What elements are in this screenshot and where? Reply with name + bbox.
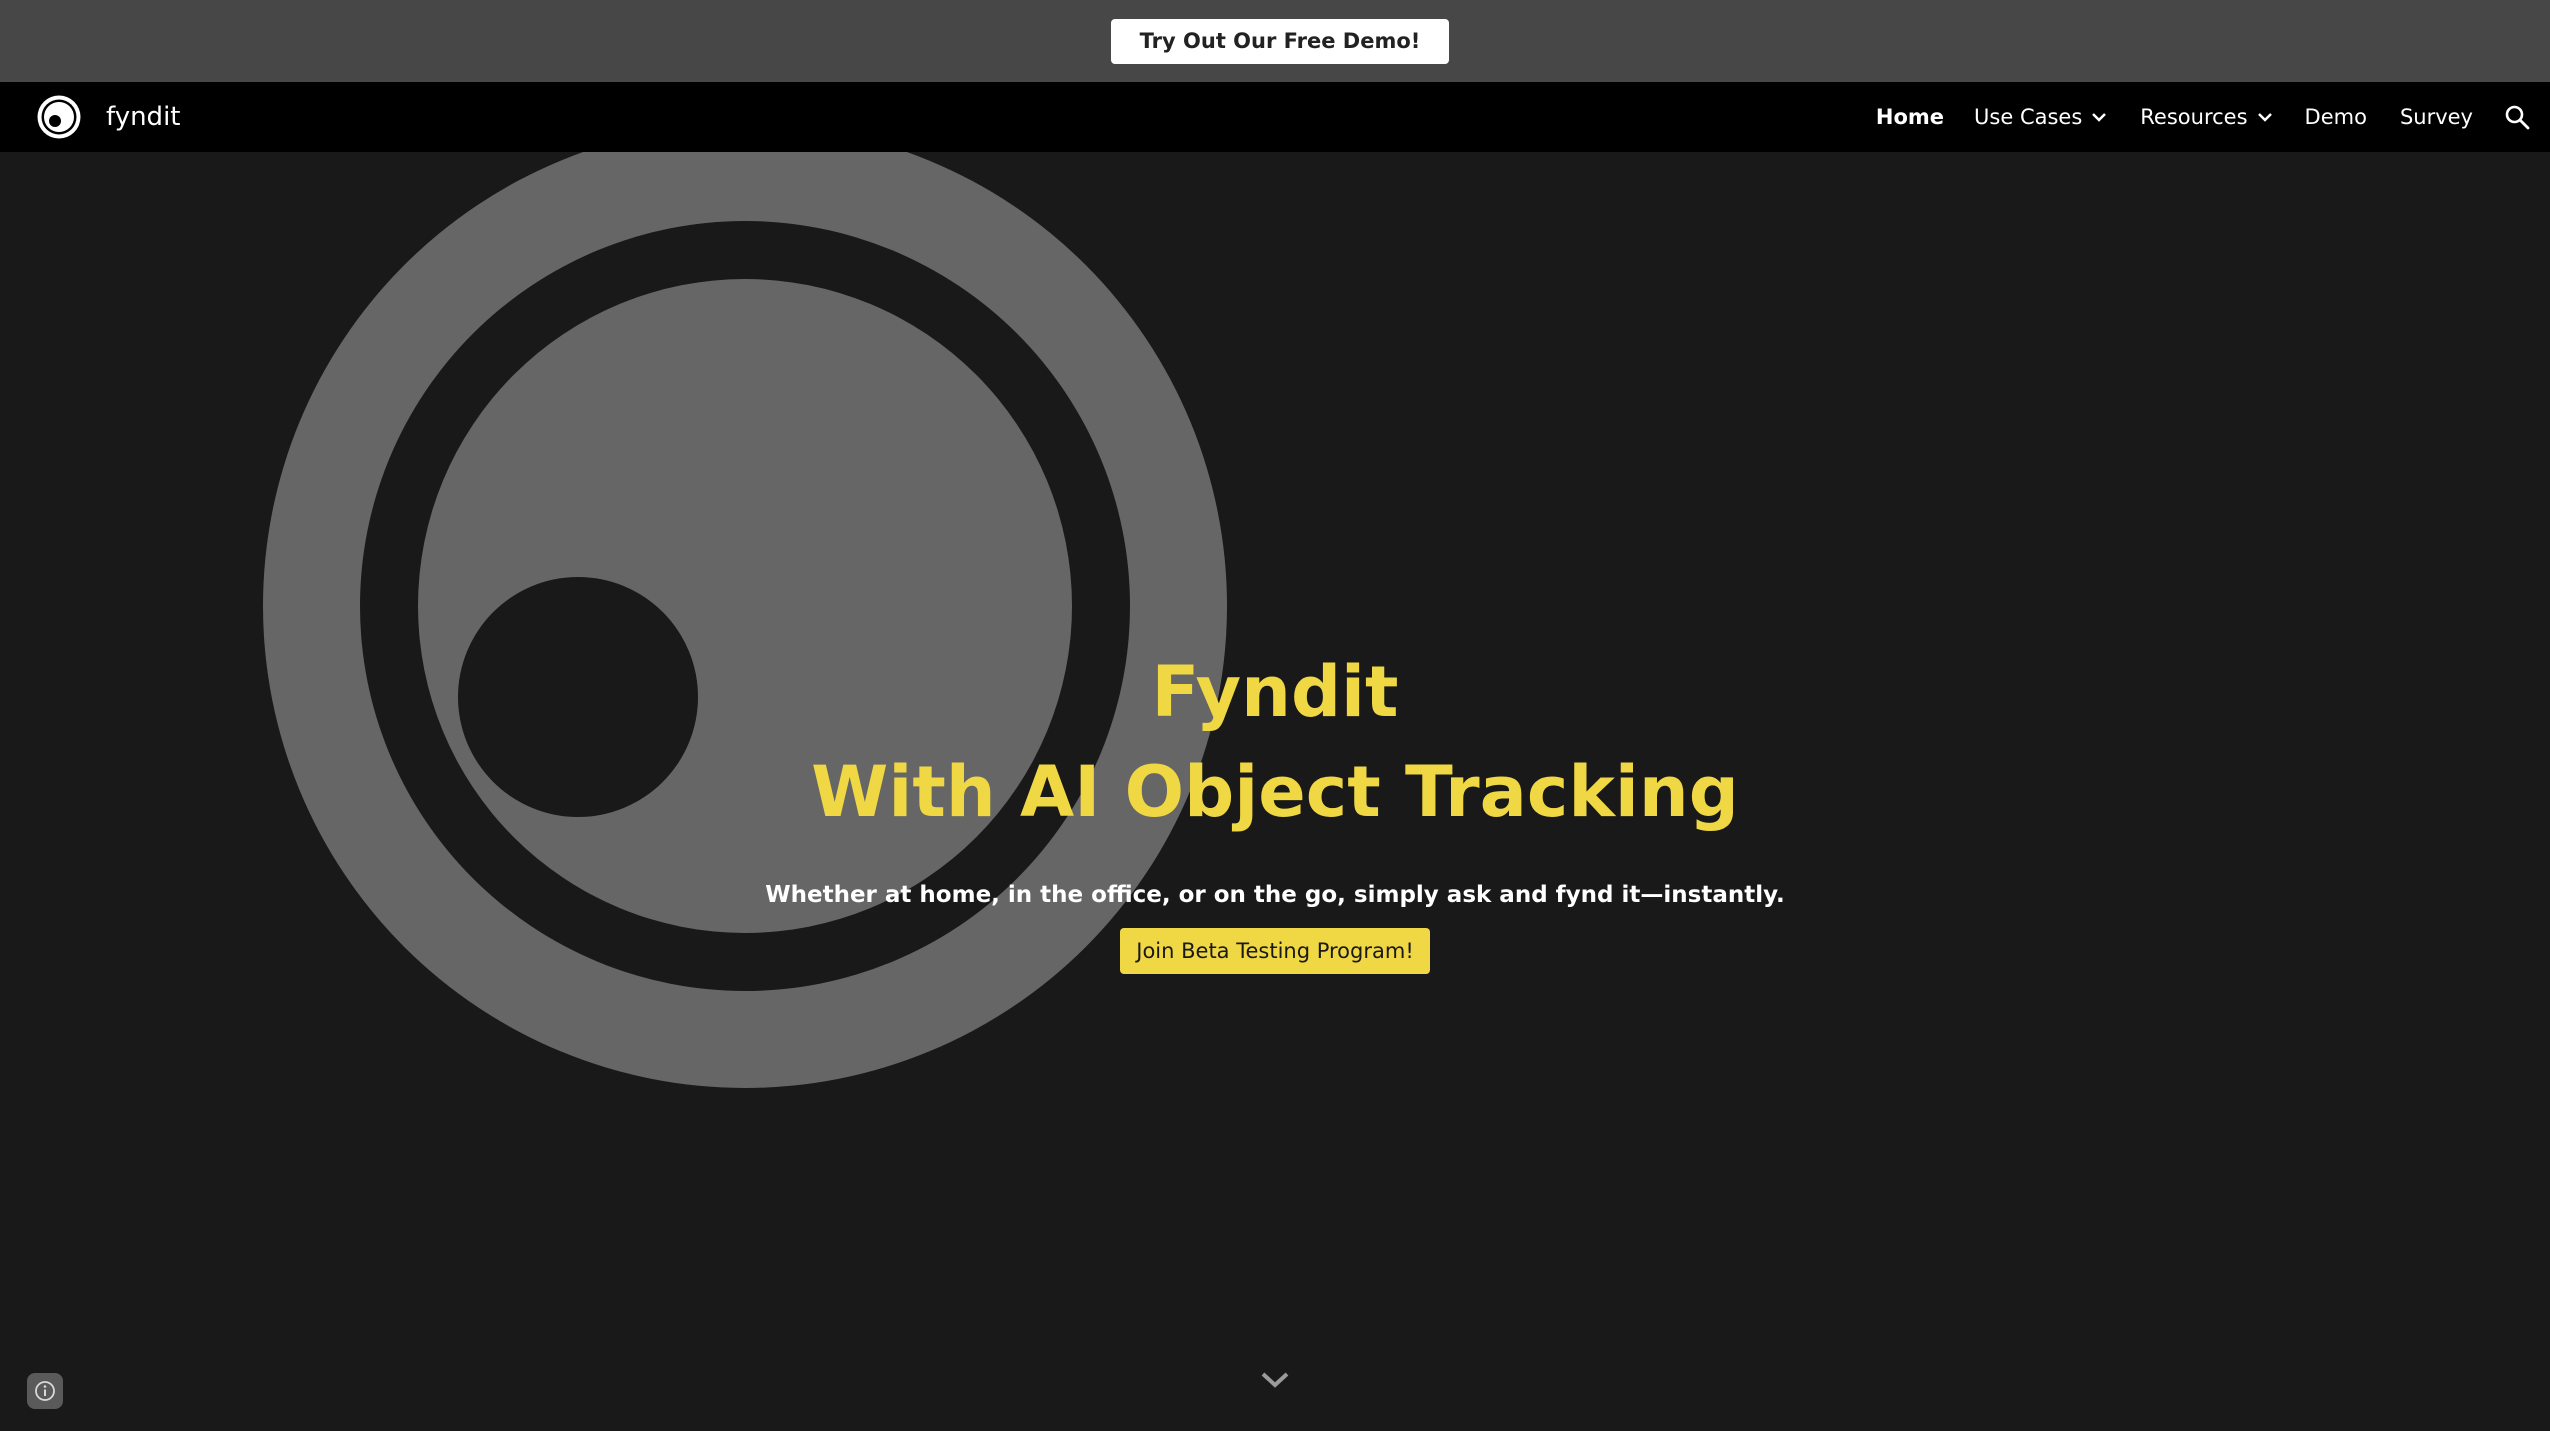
site-name: fyndit bbox=[106, 102, 181, 132]
try-demo-button[interactable]: Try Out Our Free Demo! bbox=[1110, 18, 1450, 64]
nav-item-demo[interactable]: Demo bbox=[2305, 105, 2367, 129]
info-icon bbox=[35, 1381, 55, 1401]
hero-subtitle: Whether at home, in the office, or on th… bbox=[765, 882, 1785, 908]
info-button[interactable] bbox=[27, 1373, 63, 1409]
hero-title-line-2: With AI Object Tracking bbox=[811, 751, 1739, 833]
hero-title-line-1: Fyndit bbox=[1151, 651, 1399, 733]
hero-section: Fyndit With AI Object Tracking Whether a… bbox=[0, 152, 2550, 1431]
nav-item-use-cases[interactable]: Use Cases bbox=[1974, 105, 2107, 129]
chevron-down-icon[interactable] bbox=[1260, 1370, 1290, 1390]
nav-item-survey[interactable]: Survey bbox=[2400, 105, 2473, 129]
announcement-bar: Try Out Our Free Demo! bbox=[0, 0, 2550, 82]
chevron-down-icon bbox=[2092, 113, 2107, 122]
nav-item-label: Survey bbox=[2399, 105, 2473, 129]
join-beta-button[interactable]: Join Beta Testing Program! bbox=[1120, 928, 1430, 974]
chevron-down-icon bbox=[2257, 113, 2272, 122]
nav-item-home[interactable]: Home bbox=[1876, 105, 1944, 129]
main-nav: Home Use Cases Resources Demo Survey bbox=[1876, 82, 2550, 152]
nav-item-label: Use Cases bbox=[1974, 105, 2083, 129]
hero-title: Fyndit With AI Object Tracking bbox=[0, 642, 2550, 842]
nav-item-label: Resources bbox=[2140, 105, 2248, 129]
nav-item-label: Demo bbox=[2304, 105, 2367, 129]
nav-item-resources[interactable]: Resources bbox=[2140, 105, 2272, 129]
search-icon[interactable] bbox=[2504, 104, 2530, 130]
brand-link[interactable]: fyndit bbox=[36, 94, 180, 140]
nav-item-label: Home bbox=[1875, 105, 1945, 129]
fyndit-logo-icon bbox=[37, 95, 81, 139]
site-header: fyndit Home Use Cases Resources Demo Sur… bbox=[0, 82, 2550, 152]
hero-content: Fyndit With AI Object Tracking Whether a… bbox=[0, 642, 2550, 974]
